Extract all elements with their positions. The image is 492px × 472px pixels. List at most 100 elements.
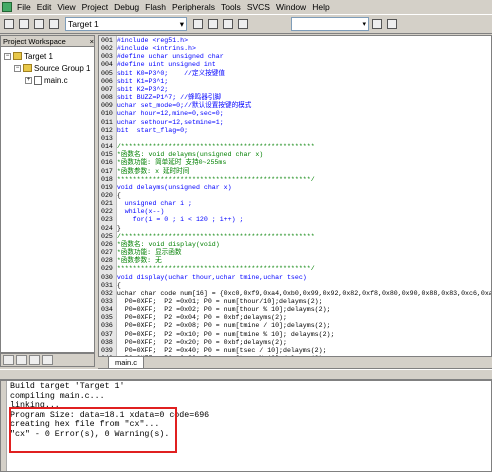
rebuild-icon[interactable] — [32, 17, 46, 31]
code-lines: 001 #include <reg51.h> 002 #include <intr… — [101, 37, 491, 356]
line-number: 031 — [101, 281, 117, 289]
file-tab-main-c[interactable]: main.c — [108, 357, 144, 369]
line-text: uchar sethour=12,setmine=1; — [116, 118, 224, 126]
expand-icon[interactable]: + — [25, 76, 32, 84]
toolbar: Target 1 ▾ ▾ — [0, 14, 492, 34]
workspace-tabs — [0, 353, 95, 367]
code-line: 006 sbit K1=P3^1; — [101, 77, 491, 86]
code-line: 032 uchar char code num[16] = {0xc0,0xf9… — [101, 290, 491, 298]
menu-view[interactable]: View — [54, 0, 78, 14]
menu-bar: File Edit View Project Debug Flash Perip… — [0, 0, 492, 14]
paste-icon[interactable] — [236, 17, 250, 31]
line-text: *函数参数: 无 — [116, 257, 162, 265]
line-number: 011 — [101, 118, 117, 126]
templates-tab-icon[interactable] — [42, 355, 53, 365]
code-line: 035 P0=0XFF; P2 =0x04; P0 = 0xbf;delayms… — [101, 314, 491, 322]
line-number: 029 — [101, 265, 117, 273]
line-text: #include <reg51.h> — [116, 37, 189, 44]
line-text: P0=0XFF; P2 =0x20; P0 = 0xbf;delayms(2); — [116, 338, 287, 346]
line-text: P0=0XFF; P2 =0x01; P0 = num[thour/10];de… — [116, 298, 323, 305]
build-output-line: compiling main.c... — [10, 391, 105, 401]
close-icon[interactable]: × — [90, 36, 94, 46]
code-line: 022 while(x--) — [101, 208, 491, 216]
line-number: 013 — [101, 134, 117, 142]
debug-icon[interactable] — [385, 17, 399, 31]
code-line: 010 uchar hour=12,mine=0,sec=0; — [101, 110, 491, 118]
panel-splitter[interactable] — [0, 369, 492, 380]
menu-svcs[interactable]: SVCS — [244, 0, 273, 14]
line-text: *函数功能: 显示函数 — [116, 249, 182, 257]
line-number: 025 — [101, 232, 117, 240]
line-text: /***************************************… — [116, 143, 315, 151]
build-icon[interactable] — [17, 17, 31, 31]
line-text: P0=0XFF; P2 =0x04; P0 = 0xbf;delayms(2); — [116, 314, 287, 322]
line-number: 014 — [101, 143, 117, 151]
code-line: 018 ************************************… — [101, 175, 491, 184]
code-line: 038 P0=0XFF; P2 =0x20; P0 = 0xbf;delayms… — [101, 338, 491, 347]
find-combo[interactable]: ▾ — [291, 17, 369, 31]
menu-file[interactable]: File — [14, 0, 34, 14]
collapse-icon[interactable]: − — [4, 52, 11, 60]
line-number: 036 — [101, 322, 117, 330]
line-number: 018 — [101, 175, 117, 183]
menu-flash[interactable]: Flash — [142, 0, 169, 14]
code-editor[interactable]: 001 #include <reg51.h> 002 #include <intr… — [98, 35, 492, 357]
tree-node-main-c[interactable]: + main.c — [1, 74, 94, 86]
line-number: 003 — [101, 53, 117, 61]
code-line: 009 uchar set_mode=0;//默认设置按键的模式 — [101, 102, 491, 110]
code-line: 028 *函数参数: 无 — [101, 257, 491, 265]
download-icon[interactable] — [47, 17, 61, 31]
code-line: 027 *函数功能: 显示函数 — [101, 249, 491, 257]
line-number: 034 — [101, 306, 117, 314]
menu-tools[interactable]: Tools — [218, 0, 244, 14]
line-text: void display(uchar thour,uchar tmine,uch… — [116, 273, 307, 281]
line-number: 012 — [101, 126, 117, 134]
code-line: 036 P0=0XFF; P2 =0x08; P0 = num[tmine / … — [101, 322, 491, 330]
chevron-down-icon: ▾ — [179, 18, 184, 29]
line-number: 019 — [101, 183, 117, 191]
target-options-icon[interactable] — [191, 17, 205, 31]
code-line: 001 #include <reg51.h> — [101, 37, 491, 45]
build-panel-handle[interactable] — [1, 381, 7, 471]
books-tab-icon[interactable] — [16, 355, 27, 365]
tree-node-source-group[interactable]: − Source Group 1 — [1, 62, 94, 74]
file-tab-bar: main.c — [98, 357, 492, 369]
tree-node-label: main.c — [44, 75, 68, 85]
line-text: sbit K2=P3^2; — [116, 85, 169, 93]
build-output-line: Build target 'Target 1' — [10, 382, 125, 391]
collapse-icon[interactable]: − — [14, 64, 21, 72]
menu-project[interactable]: Project — [79, 0, 111, 14]
target-select[interactable]: Target 1 ▾ — [65, 17, 187, 31]
line-number: 022 — [101, 208, 117, 216]
line-text: void delayms(unsigned char x) — [116, 183, 232, 191]
file-icon — [34, 75, 42, 85]
line-number: 023 — [101, 216, 117, 224]
menu-window[interactable]: Window — [273, 0, 309, 14]
menu-edit[interactable]: Edit — [34, 0, 55, 14]
project-workspace: Project Workspace × − Target 1 − Source … — [0, 35, 95, 353]
code-line: 026 *函数名: void display(void) — [101, 241, 491, 249]
code-line: 029 ************************************… — [101, 265, 491, 273]
line-number: 004 — [101, 61, 117, 69]
files-tab-icon[interactable] — [3, 355, 14, 365]
code-line: 014 /***********************************… — [101, 143, 491, 151]
line-text: while(x--) — [116, 208, 165, 216]
line-number: 006 — [101, 77, 117, 85]
line-text: ****************************************… — [116, 175, 315, 183]
find-icon[interactable] — [370, 17, 384, 31]
line-text: P0=0XFF; P2 =0x10; P0 = num[tmine % 10];… — [116, 330, 335, 338]
line-text: #include <intrins.h> — [116, 45, 196, 53]
menu-debug[interactable]: Debug — [111, 0, 142, 14]
line-text: *函数功能: 简单延时 支持0~255ms — [116, 159, 227, 167]
code-line: 011 uchar sethour=12,setmine=1; — [101, 118, 491, 127]
functions-tab-icon[interactable] — [29, 355, 40, 365]
copy-icon[interactable] — [221, 17, 235, 31]
line-number: 010 — [101, 110, 117, 118]
line-text: bit start_flag=0; — [116, 126, 189, 134]
code-line: 017 *函数参数: x 延时时间 — [101, 168, 491, 176]
tree-node-target[interactable]: − Target 1 — [1, 50, 94, 62]
menu-help[interactable]: Help — [309, 0, 332, 14]
menu-peripherals[interactable]: Peripherals — [169, 0, 218, 14]
translate-icon[interactable] — [2, 17, 16, 31]
components-icon[interactable] — [206, 17, 220, 31]
